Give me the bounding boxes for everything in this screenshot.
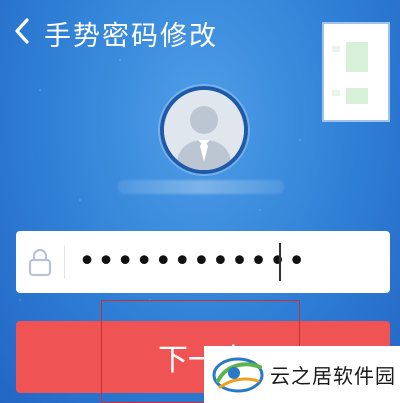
password-value: •••••••••••• <box>78 244 307 279</box>
field-divider <box>64 245 65 279</box>
watermark-logo <box>212 357 264 392</box>
side-panel <box>322 22 390 122</box>
back-button[interactable] <box>10 16 34 46</box>
back-icon <box>15 18 29 44</box>
watermark-text: 云之居软件园 <box>270 364 396 388</box>
password-field[interactable]: •••••••••••• <box>16 231 390 293</box>
watermark: 云之居软件园 <box>204 346 400 403</box>
username-redacted <box>118 180 284 194</box>
text-caret <box>279 243 281 281</box>
lock-icon <box>28 248 52 277</box>
page-title: 手势密码修改 <box>44 21 218 52</box>
user-avatar-icon <box>164 90 244 170</box>
avatar <box>160 86 248 174</box>
